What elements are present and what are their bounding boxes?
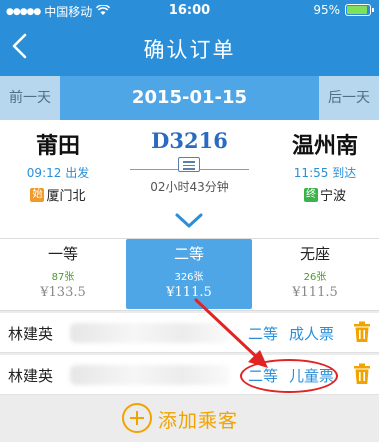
plus-circle-icon — [122, 403, 152, 433]
seat-option-first-class[interactable]: 一等 87张 ¥133.5 — [0, 239, 126, 311]
next-day-button[interactable]: 后一天 — [319, 76, 379, 120]
redacted-id — [70, 365, 230, 385]
add-passenger-label: 添加乘客 — [158, 410, 239, 432]
train-info: 莆田 09:12 出发 始 厦门北 D3216 02小时43分钟 温州南 11:… — [0, 120, 379, 238]
train-number[interactable]: D3216 — [120, 128, 259, 153]
battery-icon — [345, 4, 374, 16]
seat-option-second-class[interactable]: 二等 326张 ¥111.5 — [126, 239, 252, 309]
arrival-info: 温州南 11:55 到达 终 宁波 — [275, 128, 375, 204]
status-bar: ●●●●● 中国移动 16:00 95% — [0, 0, 379, 22]
add-passenger-button[interactable]: 添加乘客 — [0, 397, 379, 442]
passenger-row: 林建英 二等 成人票 — [0, 313, 379, 353]
header: ●●●●● 中国移动 16:00 95% 确认订单 — [0, 0, 379, 76]
schedule-icon[interactable] — [178, 157, 200, 172]
origin-station: 厦门北 — [46, 189, 86, 204]
end-tag: 终 — [303, 187, 318, 202]
trash-icon[interactable] — [353, 363, 371, 385]
travel-date[interactable]: 2015-01-15 — [60, 76, 319, 120]
passenger-name: 林建英 — [8, 367, 54, 385]
seat-name: 一等 — [47, 245, 78, 263]
passenger-name: 林建英 — [8, 325, 54, 343]
date-bar: 前一天 2015-01-15 后一天 — [0, 76, 379, 120]
seat-price: ¥133.5 — [40, 285, 86, 300]
passenger-seat-class[interactable]: 二等 — [248, 323, 278, 344]
terminal-station: 宁波 — [319, 189, 346, 204]
travel-duration: 02小时43分钟 — [150, 180, 229, 194]
seat-price: ¥111.5 — [166, 285, 212, 300]
chevron-down-icon[interactable] — [174, 212, 204, 232]
page-title: 确认订单 — [143, 38, 236, 62]
seat-type-selector: 一等 87张 ¥133.5 二等 326张 ¥111.5 无座 26张 ¥111… — [0, 238, 379, 311]
redacted-id — [70, 323, 230, 343]
nav-bar: 确认订单 — [0, 22, 379, 76]
terminal-endpoint: 终 宁波 — [303, 185, 346, 204]
departure-time: 09:12 出发 — [26, 166, 90, 180]
seat-name: 二等 — [173, 245, 204, 263]
departure-station: 莆田 — [35, 134, 80, 159]
start-tag: 始 — [30, 187, 45, 202]
seat-option-no-seat[interactable]: 无座 26张 ¥111.5 — [252, 239, 378, 311]
seat-count: 26张 — [303, 272, 327, 283]
seat-count: 326张 — [174, 272, 204, 283]
arrival-time: 11:55 到达 — [293, 166, 357, 180]
seat-name: 无座 — [299, 245, 330, 263]
battery-percent: 95% — [313, 3, 340, 17]
seat-price: ¥111.5 — [292, 285, 338, 300]
route-line — [120, 157, 259, 175]
passenger-ticket-type[interactable]: 成人票 — [289, 323, 334, 344]
annotation-circle — [240, 359, 338, 393]
origin-endpoint: 始 厦门北 — [30, 185, 86, 204]
arrival-station: 温州南 — [291, 134, 358, 159]
seat-count: 87张 — [51, 272, 75, 283]
prev-day-button[interactable]: 前一天 — [0, 76, 60, 120]
departure-info: 莆田 09:12 出发 始 厦门北 — [8, 128, 108, 204]
train-summary: D3216 02小时43分钟 — [120, 128, 259, 195]
trash-icon[interactable] — [353, 321, 371, 343]
